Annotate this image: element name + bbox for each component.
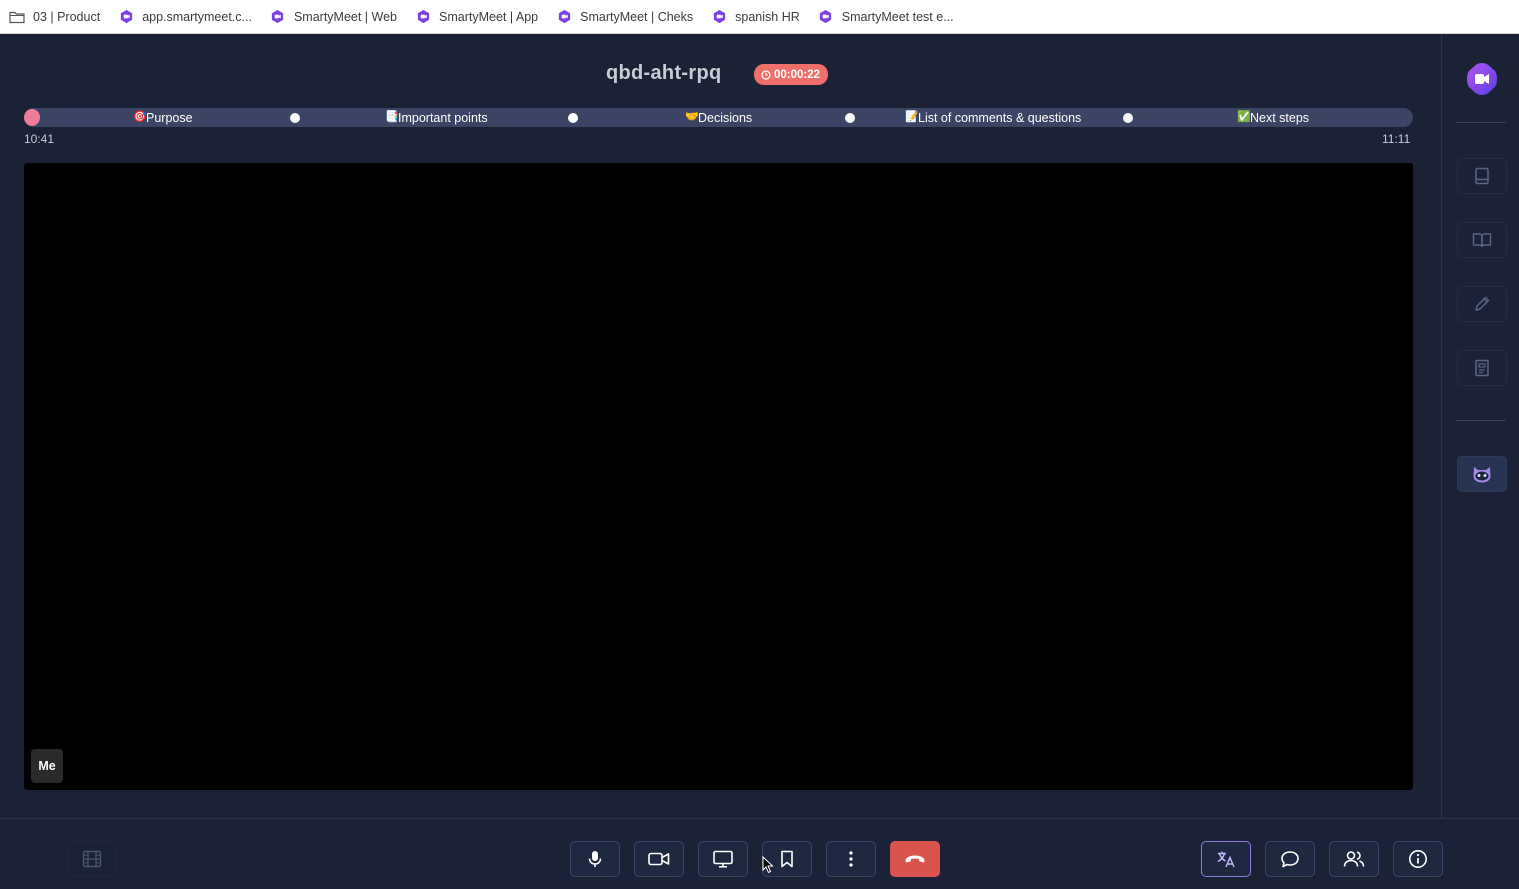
bookmark-smartymeet-web[interactable]: SmartyMeet | Web <box>270 9 397 25</box>
bookmark-label: SmartyMeet test e... <box>841 9 954 24</box>
agenda-item-important-points[interactable]: 📑 Important points <box>385 108 488 127</box>
video-tile-self[interactable]: Me <box>24 163 1413 790</box>
end-call-icon <box>905 855 925 863</box>
participants-button[interactable] <box>1329 841 1379 877</box>
check-mark-icon: ✅ <box>1237 111 1251 123</box>
info-button[interactable] <box>1393 841 1443 877</box>
bookmarks-bar: 03 | Product app.smartymeet.c... SmartyM… <box>0 0 1519 34</box>
camera-button[interactable] <box>634 841 684 877</box>
pencil-icon <box>1475 296 1490 311</box>
microphone-button[interactable] <box>570 841 620 877</box>
bookmark-smartymeet-test[interactable]: SmartyMeet test e... <box>818 9 954 25</box>
right-sidebar <box>1441 34 1519 818</box>
smartymeet-icon <box>415 9 431 25</box>
agenda-divider-dot[interactable] <box>568 113 578 123</box>
agenda-item-label: Important points <box>398 110 488 125</box>
agenda-item-label: List of comments & questions <box>918 110 1082 125</box>
sidebar-notes-button[interactable] <box>1457 158 1507 194</box>
timer-value: 00:00:22 <box>774 68 821 81</box>
bookmark-app-smartymeet[interactable]: app.smartymeet.c... <box>118 9 252 25</box>
bookmark-product-folder[interactable]: 03 | Product <box>9 9 100 25</box>
agenda-divider-dot[interactable] <box>290 113 300 123</box>
more-options-icon <box>849 851 853 867</box>
meeting-title: qbd-aht-rpq <box>606 62 722 84</box>
document-icon <box>1475 359 1489 377</box>
chat-button[interactable] <box>1265 841 1315 877</box>
bookmark-label: 03 | Product <box>33 9 101 24</box>
book-icon <box>1472 233 1492 248</box>
sidebar-document-button[interactable] <box>1457 350 1507 386</box>
agenda-progress-marker[interactable] <box>24 109 40 126</box>
meeting-timer-badge: 00:00:22 <box>754 64 829 85</box>
participant-name-label: Me <box>31 749 63 783</box>
smartymeet-icon <box>818 9 834 25</box>
agenda-start-time: 10:41 <box>24 132 55 146</box>
agenda-item-comments-questions[interactable]: 📝 List of comments & questions <box>905 108 1081 127</box>
more-options-button[interactable] <box>826 841 876 877</box>
translate-button[interactable] <box>1201 841 1251 877</box>
meeting-main: qbd-aht-rpq 00:00:22 🎯 Purpose 📑 Importa… <box>0 34 1441 818</box>
agenda-item-label: Decisions <box>698 110 753 125</box>
bookmark-smartymeet-cheks[interactable]: SmartyMeet | Cheks <box>556 9 693 25</box>
bookmark-label: app.smartymeet.c... <box>142 9 252 24</box>
grid-layout-icon <box>82 850 102 868</box>
bookmark-label: SmartyMeet | Web <box>293 9 397 24</box>
agenda-item-purpose[interactable]: 🎯 Purpose <box>133 108 193 127</box>
agenda-item-decisions[interactable]: 🤝 Decisions <box>685 108 752 127</box>
folder-icon <box>9 9 25 25</box>
smartymeet-logo-icon[interactable] <box>1464 61 1500 97</box>
smartymeet-icon <box>118 9 134 25</box>
bookmark-label: spanish HR <box>735 9 800 24</box>
agenda-item-label: Purpose <box>146 110 193 125</box>
camera-icon <box>648 852 670 866</box>
notes-icon <box>1475 167 1489 185</box>
memo-icon: 📝 <box>905 111 919 123</box>
end-call-button[interactable] <box>890 841 940 877</box>
bookmark-smartymeet-app[interactable]: SmartyMeet | App <box>415 9 538 25</box>
bookmark-tabs-icon: 📑 <box>385 111 399 123</box>
sidebar-assistant-button[interactable] <box>1457 456 1507 492</box>
bookmark-label: SmartyMeet | App <box>439 9 539 24</box>
target-icon: 🎯 <box>133 111 147 123</box>
agenda-item-label: Next steps <box>1250 110 1310 125</box>
agenda-timeline: 🎯 Purpose 📑 Important points 🤝 Decisions… <box>24 108 1413 127</box>
sidebar-agenda-book-button[interactable] <box>1457 222 1507 258</box>
bookmark-spanish-hr[interactable]: spanish HR <box>711 9 800 25</box>
bookmark-icon <box>781 850 793 868</box>
bookmark-label: SmartyMeet | Cheks <box>580 9 694 24</box>
handshake-icon: 🤝 <box>685 111 699 123</box>
microphone-icon <box>588 851 602 867</box>
agenda-divider-dot[interactable] <box>1123 113 1133 123</box>
smartymeet-icon <box>711 9 727 25</box>
participants-icon <box>1343 851 1365 867</box>
screen-share-icon <box>713 850 733 868</box>
info-icon <box>1409 850 1427 868</box>
agenda-divider-dot[interactable] <box>845 113 855 123</box>
smartymeet-icon <box>270 9 286 25</box>
sidebar-edit-button[interactable] <box>1457 286 1507 322</box>
layout-grid-button[interactable] <box>67 841 117 877</box>
clock-icon <box>761 69 771 80</box>
agenda-item-next-steps[interactable]: ✅ Next steps <box>1237 108 1309 127</box>
bot-avatar-icon <box>1473 467 1491 483</box>
bottom-control-bar <box>0 818 1519 889</box>
sidebar-divider <box>1456 420 1506 421</box>
mouse-cursor-icon <box>762 855 774 879</box>
agenda-end-time: 11:11 <box>1382 132 1411 146</box>
sidebar-divider <box>1456 122 1506 123</box>
smartymeet-icon <box>556 9 572 25</box>
chat-icon <box>1281 851 1299 868</box>
translate-icon <box>1217 851 1235 868</box>
screen-share-button[interactable] <box>698 841 748 877</box>
